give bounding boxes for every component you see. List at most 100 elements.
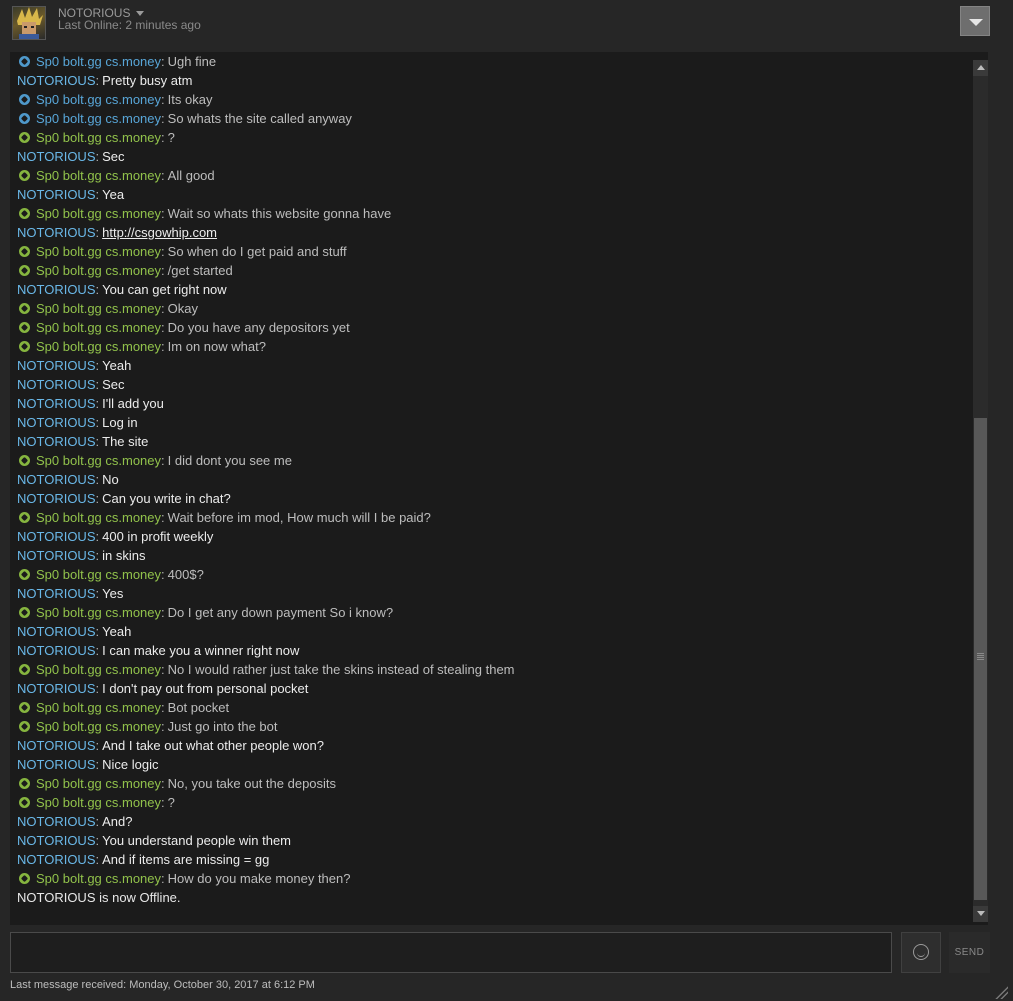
message-text: You can get right now: [102, 282, 227, 297]
chat-message: NOTORIOUS: http://csgowhip.com: [17, 223, 217, 242]
friend-status: Last Online: 2 minutes ago: [58, 18, 201, 32]
message-sender: Sp0 bolt.gg cs.money: [36, 339, 162, 354]
message-text: Can you write in chat?: [102, 491, 231, 506]
friend-status-icon: [19, 322, 30, 333]
sender-separator: :: [161, 605, 165, 620]
friend-status-icon: [19, 873, 30, 884]
chat-message: Sp0 bolt.gg cs.money: Bot pocket: [17, 698, 229, 717]
sender-separator: :: [161, 168, 165, 183]
emoticon-button[interactable]: [901, 932, 941, 973]
resize-grip-icon[interactable]: [994, 985, 1008, 999]
message-sender: Sp0 bolt.gg cs.money: [36, 662, 162, 677]
sender-separator: :: [161, 339, 165, 354]
sender-separator: :: [95, 472, 100, 487]
grip-icon: [977, 653, 984, 660]
chat-message: NOTORIOUS: Yeah: [17, 622, 131, 641]
message-sender: Sp0 bolt.gg cs.money: [36, 510, 162, 525]
chat-message: Sp0 bolt.gg cs.money:?: [17, 128, 175, 147]
sender-separator: :: [95, 814, 100, 829]
friend-status-icon: [19, 170, 30, 181]
sender-separator: :: [95, 833, 100, 848]
sender-separator: :: [161, 320, 165, 335]
sender-separator: :: [95, 681, 100, 696]
message-input[interactable]: [10, 932, 892, 973]
message-sender: Sp0 bolt.gg cs.money: [36, 320, 162, 335]
chat-message: Sp0 bolt.gg cs.money: Wait so whats this …: [17, 204, 391, 223]
friend-status-icon: [19, 607, 30, 618]
message-sender: Sp0 bolt.gg cs.money: [36, 92, 162, 107]
friend-status-icon: [19, 797, 30, 808]
chevron-down-icon: [136, 11, 145, 17]
message-sender: NOTORIOUS: [17, 548, 96, 563]
chat-message: NOTORIOUS: Pretty busy atm: [17, 71, 192, 90]
message-text: Yea: [102, 187, 125, 202]
chat-message: Sp0 bolt.gg cs.money: No I would rather j…: [17, 660, 515, 679]
scrollbar-thumb[interactable]: [974, 418, 987, 900]
message-text: 400$?: [167, 567, 204, 582]
chat-message: NOTORIOUS: 400 in profit weekly: [17, 527, 213, 546]
scrollbar[interactable]: [973, 60, 988, 922]
message-text: And if items are missing = gg: [102, 852, 270, 867]
sender-separator: :: [161, 776, 165, 791]
chat-message: Sp0 bolt.gg cs.money: All good: [17, 166, 215, 185]
sender-separator: :: [95, 529, 100, 544]
message-sender: NOTORIOUS: [17, 73, 96, 88]
sender-separator: :: [95, 548, 100, 563]
message-sender: Sp0 bolt.gg cs.money: [36, 567, 162, 582]
scroll-up-arrow-icon[interactable]: [973, 60, 988, 76]
message-sender: NOTORIOUS: [17, 586, 96, 601]
sender-separator: :: [95, 738, 100, 753]
last-message-info: Last message received: Monday, October 3…: [10, 979, 315, 991]
smiley-icon: [913, 944, 929, 960]
scroll-down-arrow-icon[interactable]: [973, 906, 988, 922]
chat-message: Sp0 bolt.gg cs.money: Okay: [17, 299, 198, 318]
message-text: Sec: [102, 377, 125, 392]
avatar-image: [17, 7, 43, 39]
message-text: I can make you a winner right now: [102, 643, 300, 658]
message-text: No, you take out the deposits: [167, 776, 337, 791]
friend-status-icon: [19, 265, 30, 276]
chat-message: NOTORIOUS: And if items are missing = gg: [17, 850, 269, 869]
avatar[interactable]: [12, 6, 46, 40]
message-text: All good: [167, 168, 215, 183]
message-sender: NOTORIOUS: [17, 643, 96, 658]
chat-message: NOTORIOUS: And I take out what other peop…: [17, 736, 324, 755]
message-text: I don't pay out from personal pocket: [102, 681, 309, 696]
message-text: No I would rather just take the skins in…: [167, 662, 515, 677]
friend-status-icon: [19, 341, 30, 352]
message-sender: Sp0 bolt.gg cs.money: [36, 263, 162, 278]
chat-message: Sp0 bolt.gg cs.money: So when do I get pa…: [17, 242, 347, 261]
chat-menu-button[interactable]: [960, 6, 990, 36]
message-text: Bot pocket: [167, 700, 230, 715]
sender-separator: :: [161, 301, 165, 316]
friend-status-icon: [19, 702, 30, 713]
message-text: Nice logic: [102, 757, 159, 772]
message-sender: NOTORIOUS: [17, 415, 96, 430]
message-link[interactable]: http://csgowhip.com: [102, 225, 217, 240]
sender-separator: :: [95, 757, 100, 772]
send-button[interactable]: SEND: [949, 932, 990, 973]
message-sender: Sp0 bolt.gg cs.money: [36, 206, 162, 221]
chat-message: NOTORIOUS: Nice logic: [17, 755, 158, 774]
message-sender: Sp0 bolt.gg cs.money: [36, 871, 162, 886]
message-sender: Sp0 bolt.gg cs.money: [36, 54, 162, 69]
chat-header: NOTORIOUS Last Online: 2 minutes ago: [0, 0, 1013, 46]
message-text: Yeah: [102, 624, 132, 639]
message-text: 400 in profit weekly: [102, 529, 214, 544]
chat-message: NOTORIOUS: Sec: [17, 147, 125, 166]
chat-message: Sp0 bolt.gg cs.money: Its okay: [17, 90, 212, 109]
message-sender: NOTORIOUS: [17, 149, 96, 164]
sender-separator: :: [161, 567, 165, 582]
message-sender: NOTORIOUS: [17, 396, 96, 411]
message-sender: Sp0 bolt.gg cs.money: [36, 111, 162, 126]
friend-status-icon: [19, 721, 30, 732]
message-sender: NOTORIOUS: [17, 282, 96, 297]
message-text: in skins: [102, 548, 146, 563]
sender-separator: :: [161, 54, 165, 69]
sender-separator: :: [95, 377, 100, 392]
sender-separator: :: [95, 852, 100, 867]
message-text: http://csgowhip.com: [102, 225, 217, 240]
friend-status-icon: [19, 303, 30, 314]
chat-message: NOTORIOUS: Log in: [17, 413, 138, 432]
sender-separator: :: [161, 510, 165, 525]
